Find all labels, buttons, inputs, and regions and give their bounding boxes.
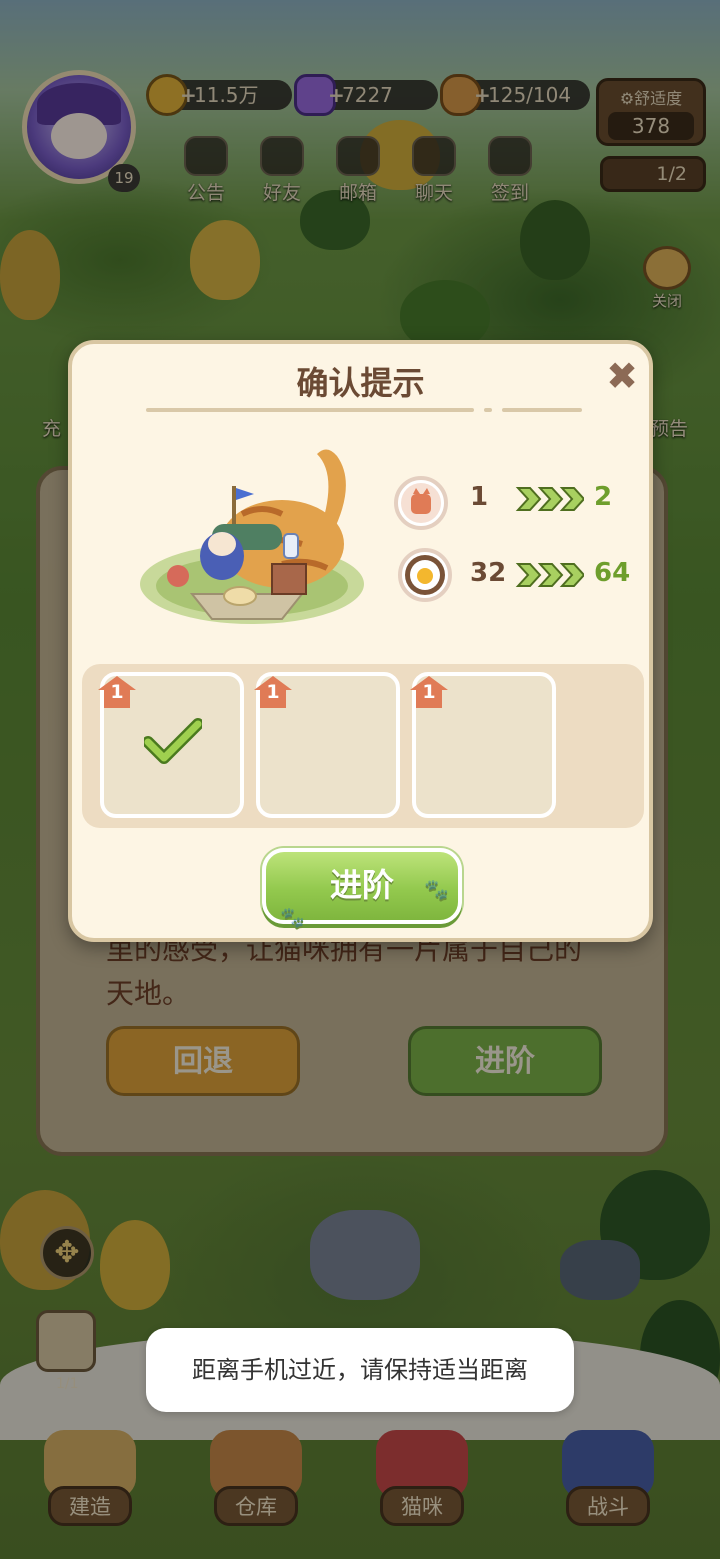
output-from: 32: [470, 558, 507, 588]
paw-icon: 🐾: [280, 905, 305, 929]
advance-button-label: 进阶: [329, 866, 394, 904]
confirm-dialog: 确认提示 ✖ 1 2 32 64 1 1 1 🐾 🐾 进阶: [68, 340, 653, 942]
capacity-to: 2: [594, 482, 613, 512]
slot-badge: 1: [408, 674, 450, 710]
slot-badge-label: 1: [266, 681, 280, 703]
title-divider: [484, 408, 492, 412]
upgrade-arrow-icon: [515, 563, 584, 587]
output-to: 64: [594, 558, 631, 588]
slot-badge-label: 1: [110, 681, 124, 703]
paw-icon: 🐾: [424, 877, 449, 901]
slot-badge: 1: [252, 674, 294, 710]
capacity-from: 1: [470, 482, 489, 512]
slot-badge: 1: [96, 674, 138, 710]
close-icon[interactable]: ✖: [604, 357, 640, 396]
title-divider: [502, 408, 582, 412]
checkmark-icon: [144, 718, 202, 764]
distance-warning-toast: 距离手机过近，请保持适当距离: [146, 1328, 574, 1412]
slot-badge-label: 1: [422, 681, 436, 703]
cat-capacity-icon: [394, 476, 448, 530]
egg-output-icon: [398, 548, 452, 602]
advance-button[interactable]: 🐾 🐾 进阶: [262, 848, 462, 929]
dialog-title: 确认提示: [296, 364, 425, 402]
upgrade-arrow-icon: [515, 487, 584, 511]
cat-camp-illustration: [140, 449, 364, 624]
title-divider: [146, 408, 474, 412]
